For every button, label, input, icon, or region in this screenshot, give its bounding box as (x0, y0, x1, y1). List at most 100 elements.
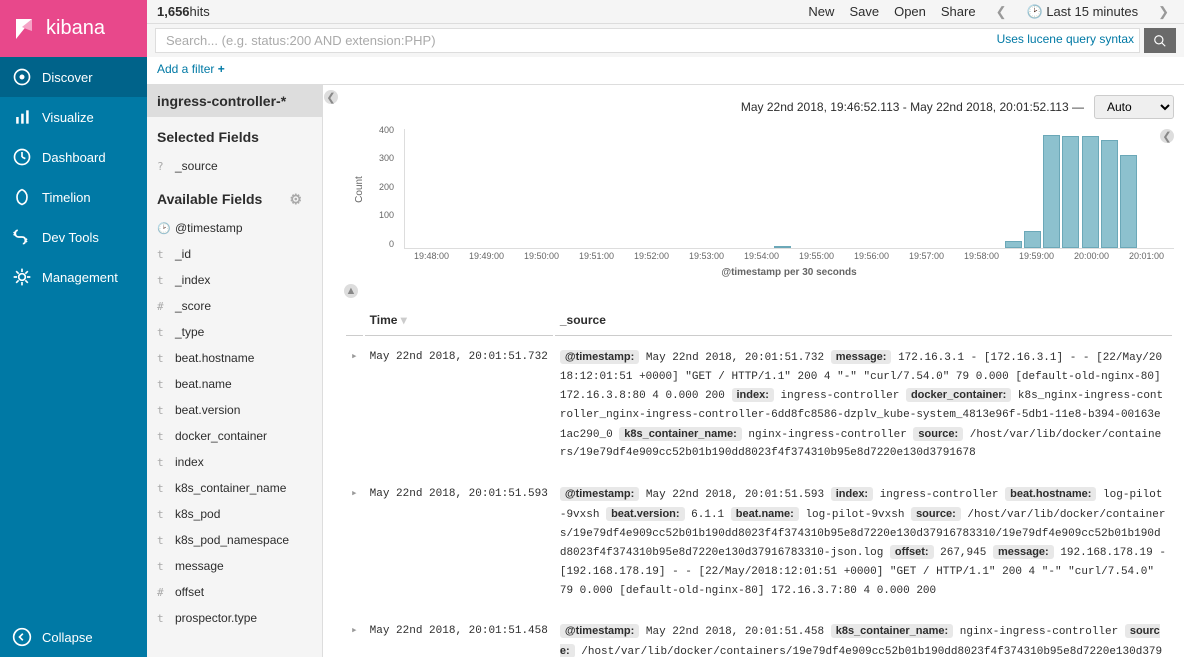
field-name: beat.hostname (175, 351, 254, 365)
table-row: ▸ May 22nd 2018, 20:01:51.458 @timestamp… (346, 612, 1172, 657)
nav-timelion[interactable]: Timelion (0, 177, 147, 217)
share-button[interactable]: Share (941, 4, 976, 19)
row-time: May 22nd 2018, 20:01:51.732 (365, 338, 553, 473)
time-forward-icon[interactable]: ❯ (1153, 4, 1174, 20)
field-name: _type (175, 325, 204, 339)
field--score[interactable]: # _score (147, 293, 322, 319)
nav-label: Management (42, 270, 118, 285)
chart-bar[interactable] (1062, 136, 1079, 248)
field-type-icon: t (157, 352, 167, 365)
add-filter-label: Add a filter (157, 62, 214, 76)
x-tick: 19:52:00 (634, 251, 669, 261)
search-input[interactable] (155, 28, 1140, 53)
field-offset[interactable]: # offset (147, 579, 322, 605)
chart-bar[interactable] (1082, 136, 1099, 248)
field-name: index (175, 455, 204, 469)
field-tag: message: (831, 350, 892, 364)
interval-select[interactable]: Auto (1094, 95, 1174, 119)
field--id[interactable]: t _id (147, 241, 322, 267)
field-name: beat.name (175, 377, 232, 391)
chart-bar[interactable] (1005, 241, 1022, 248)
x-tick: 19:54:00 (744, 251, 779, 261)
field-type-icon: t (157, 404, 167, 417)
chart-bar[interactable] (1024, 231, 1041, 248)
field-tag: index: (831, 487, 873, 501)
field-message[interactable]: t message (147, 553, 322, 579)
y-tick: 300 (379, 153, 394, 163)
y-tick: 200 (379, 182, 394, 192)
field-k8s-pod-namespace[interactable]: t k8s_pod_namespace (147, 527, 322, 553)
gear-icon[interactable]: ⚙ (289, 191, 302, 208)
field-tag: docker_container: (906, 388, 1011, 402)
field-type-icon: t (157, 508, 167, 521)
open-button[interactable]: Open (894, 4, 926, 19)
search-button[interactable] (1144, 28, 1176, 53)
field-beat-version[interactable]: t beat.version (147, 397, 322, 423)
field-beat-hostname[interactable]: t beat.hostname (147, 345, 322, 371)
field-prospector-type[interactable]: t prospector.type (147, 605, 322, 631)
save-button[interactable]: Save (849, 4, 879, 19)
hits-label: hits (190, 4, 210, 19)
chart-bar[interactable] (1120, 155, 1137, 249)
field-name: offset (175, 585, 204, 599)
field--index[interactable]: t _index (147, 267, 322, 293)
field-tag: source: (911, 507, 961, 521)
nav-dashboard[interactable]: Dashboard (0, 137, 147, 177)
time-range-text: May 22nd 2018, 19:46:52.113 - May 22nd 2… (741, 100, 1084, 114)
lucene-hint[interactable]: Uses lucene query syntax (997, 32, 1134, 46)
field-type-icon: t (157, 326, 167, 339)
scroll-top-icon[interactable]: ▲ (344, 284, 358, 298)
index-pattern-selector[interactable]: ingress-controller-* (147, 85, 322, 117)
field--type[interactable]: t _type (147, 319, 322, 345)
nav-label: Dashboard (42, 150, 106, 165)
field-type-icon: # (157, 300, 167, 313)
nav-discover[interactable]: Discover (0, 57, 147, 97)
field-docker-container[interactable]: t docker_container (147, 423, 322, 449)
time-back-icon[interactable]: ❮ (991, 4, 1012, 20)
y-axis: 0100200300400 (369, 129, 399, 249)
chart-bar[interactable] (1043, 135, 1060, 248)
field-tag: offset: (890, 545, 934, 559)
row-source[interactable]: @timestamp: May 22nd 2018, 20:01:51.593 … (555, 475, 1172, 610)
field-@timestamp[interactable]: 🕑 @timestamp (147, 215, 322, 241)
expand-row-icon[interactable]: ▸ (346, 475, 363, 610)
x-tick: 19:55:00 (799, 251, 834, 261)
collapse-button[interactable]: Collapse (0, 617, 147, 657)
field-type-icon: t (157, 274, 167, 287)
field-name: prospector.type (175, 611, 257, 625)
column-source[interactable]: _source (555, 305, 1172, 336)
add-filter-button[interactable]: Add a filter + (157, 62, 225, 76)
x-tick: 19:57:00 (909, 251, 944, 261)
field-type-unknown: ? (157, 160, 167, 173)
new-button[interactable]: New (808, 4, 834, 19)
row-time: May 22nd 2018, 20:01:51.593 (365, 475, 553, 610)
field-k8s-pod[interactable]: t k8s_pod (147, 501, 322, 527)
row-source[interactable]: @timestamp: May 22nd 2018, 20:01:51.458 … (555, 612, 1172, 657)
field-beat-name[interactable]: t beat.name (147, 371, 322, 397)
time-range-button[interactable]: 🕑 Last 15 minutes (1027, 4, 1139, 20)
nav-management[interactable]: Management (0, 257, 147, 297)
discover-icon (12, 67, 32, 87)
chart-bar[interactable] (1101, 140, 1118, 248)
field-tag: k8s_container_name: (619, 427, 742, 441)
searchbar: Uses lucene query syntax (147, 24, 1184, 57)
histogram-chart[interactable]: ❮ Count 0100200300400 @timestamp per 30 … (374, 129, 1174, 279)
field-k8s-container-name[interactable]: t k8s_container_name (147, 475, 322, 501)
field-type-icon: t (157, 248, 167, 261)
row-source[interactable]: @timestamp: May 22nd 2018, 20:01:51.732 … (555, 338, 1172, 473)
field-name: k8s_pod (175, 507, 220, 521)
x-tick: 19:51:00 (579, 251, 614, 261)
x-tick: 20:01:00 (1129, 251, 1164, 261)
expand-row-icon[interactable]: ▸ (346, 338, 363, 473)
expand-row-icon[interactable]: ▸ (346, 612, 363, 657)
field-index[interactable]: t index (147, 449, 322, 475)
nav-dev-tools[interactable]: Dev Tools (0, 217, 147, 257)
logo-text: kibana (46, 17, 105, 40)
kibana-logo[interactable]: kibana (0, 0, 147, 57)
column-time[interactable]: Time ▾ (365, 305, 553, 336)
field-source[interactable]: ?_source (147, 153, 322, 179)
field-tag: beat.name: (731, 507, 799, 521)
nav-visualize[interactable]: Visualize (0, 97, 147, 137)
chart-bar[interactable] (774, 246, 791, 248)
kibana-icon (12, 17, 36, 41)
